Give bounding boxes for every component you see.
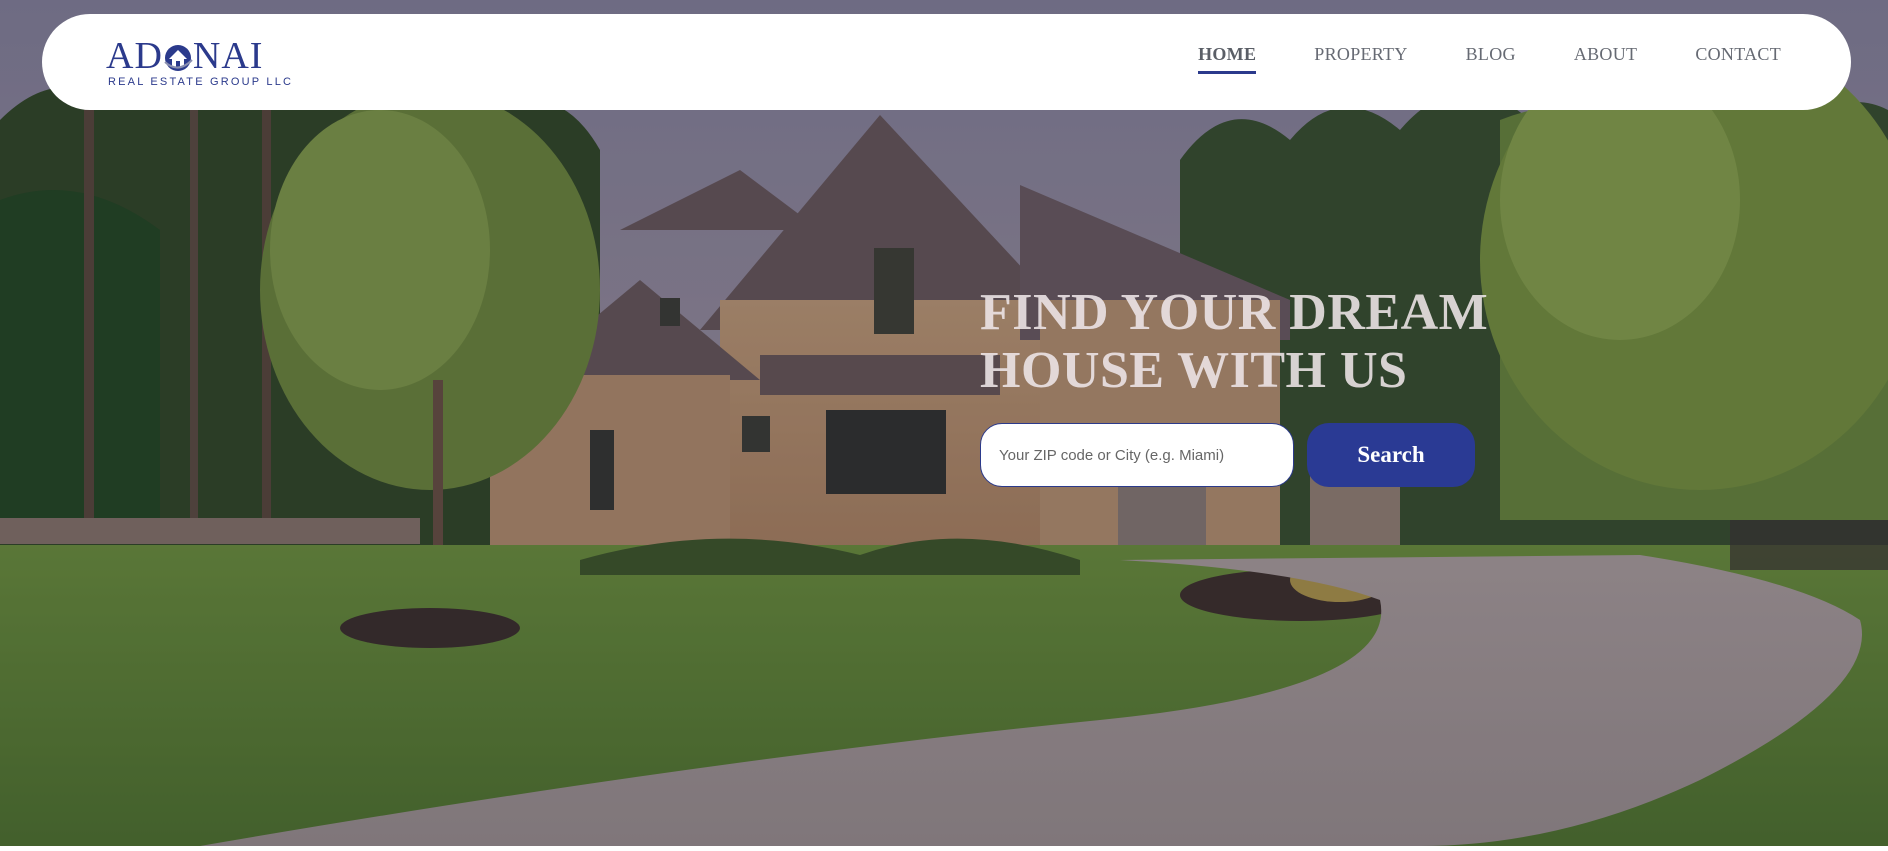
nav-item-blog[interactable]: BLOG xyxy=(1466,44,1516,74)
nav-item-about[interactable]: ABOUT xyxy=(1574,44,1638,74)
house-icon xyxy=(164,45,193,71)
navbar: AD NAI REAL ESTATE GROUP LLC HOME PROPERT… xyxy=(42,14,1851,110)
nav-item-contact[interactable]: CONTACT xyxy=(1695,44,1781,74)
search-button[interactable]: Search xyxy=(1307,423,1475,487)
logo[interactable]: AD NAI REAL ESTATE GROUP LLC xyxy=(106,35,291,92)
search-input[interactable] xyxy=(980,423,1294,487)
logo-text-left: AD xyxy=(106,35,163,77)
hero-overlay xyxy=(0,0,1888,846)
main-nav: HOME PROPERTY BLOG ABOUT CONTACT xyxy=(1198,44,1781,74)
hero-headline: FIND YOUR DREAM HOUSE WITH US xyxy=(980,284,1489,399)
logo-tagline: REAL ESTATE GROUP LLC xyxy=(108,76,294,88)
nav-item-property[interactable]: PROPERTY xyxy=(1314,44,1407,74)
hero-section xyxy=(0,0,1888,846)
nav-item-home[interactable]: HOME xyxy=(1198,44,1257,74)
logo-text-right: NAI xyxy=(192,35,264,77)
